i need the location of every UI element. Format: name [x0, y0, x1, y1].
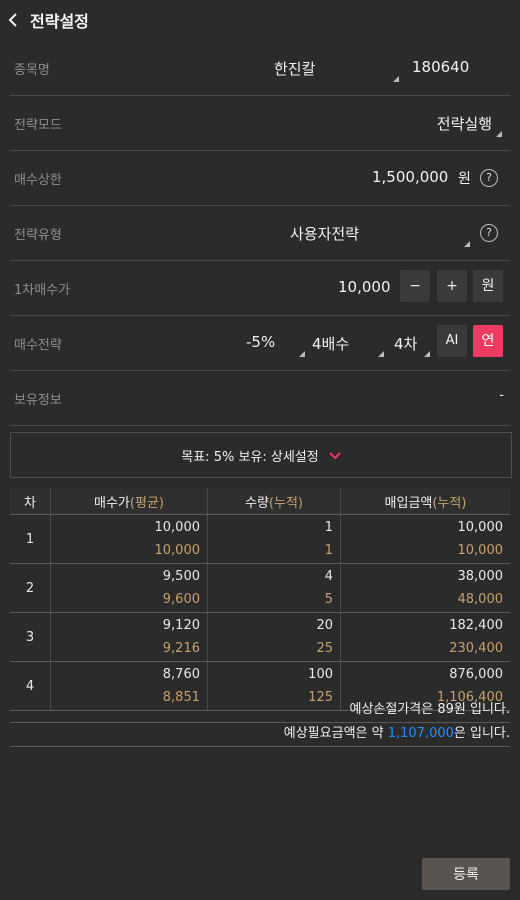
amount-value: 38,000 — [457, 569, 504, 584]
steps-dropdown-icon[interactable] — [424, 351, 430, 357]
help-icon[interactable]: ? — [480, 224, 498, 242]
col-price: 매수가(평균) — [50, 488, 208, 515]
cum-qty-value: 5 — [324, 592, 333, 607]
avg-value: 10,000 — [154, 543, 201, 558]
plus-button[interactable]: + — [437, 270, 467, 302]
qty-cell: 1 1 — [207, 514, 341, 564]
required-prefix: 예상필요금액은 약 — [283, 726, 388, 741]
col-step: 차 — [10, 488, 51, 515]
limit-value[interactable]: 1,500,000 — [372, 168, 448, 186]
qty-cell: 4 5 — [207, 563, 341, 613]
required-amount: 1,107,000 — [387, 726, 454, 741]
qty-value: 4 — [324, 569, 333, 584]
minus-button[interactable]: − — [400, 270, 430, 302]
col-amount-main: 매입금액 — [384, 495, 433, 511]
unit-button[interactable]: 원 — [473, 270, 503, 302]
yeon-button[interactable]: 연 — [473, 325, 503, 357]
col-qty-main: 수량 — [245, 495, 269, 511]
stock-label: 종목명 — [14, 62, 50, 78]
multiplier-dropdown-icon[interactable] — [378, 351, 384, 357]
holding-row: 보유정보 - — [10, 371, 510, 426]
holding-value: - — [499, 388, 504, 403]
first-price-label: 1차매수가 — [14, 282, 71, 298]
step-cell: 3 — [10, 612, 51, 662]
amount-cell: 10,000 10,000 — [340, 514, 510, 564]
buy-strategy-label: 매수전략 — [14, 337, 62, 353]
amount-cell: 182,400 230,400 — [340, 612, 510, 662]
summary-text: 목표: 5% 보유: 상세설정 — [181, 449, 319, 465]
amount-cell: 38,000 48,000 — [340, 563, 510, 613]
step-cell: 1 — [10, 514, 51, 564]
price-cell: 9,500 9,600 — [50, 563, 208, 613]
avg-value: 9,600 — [162, 592, 200, 607]
qty-value: 20 — [316, 618, 333, 633]
chevron-down-icon[interactable] — [329, 449, 341, 461]
stock-name-value[interactable]: 한진칼 — [274, 58, 315, 79]
first-price-value[interactable]: 10,000 — [338, 278, 391, 296]
stock-dropdown-icon[interactable] — [393, 76, 399, 82]
col-qty-sub: (누적) — [268, 495, 303, 511]
ai-button[interactable]: AI — [437, 325, 467, 357]
limit-row: 매수상한 1,500,000 원 ? — [10, 151, 510, 206]
cum-amount-value: 230,400 — [449, 641, 503, 656]
type-value[interactable]: 사용자전략 — [290, 223, 359, 244]
cum-amount-value: 48,000 — [457, 592, 504, 607]
price-value: 8,760 — [162, 667, 200, 682]
avg-value: 9,216 — [162, 641, 200, 656]
col-price-main: 매수가 — [94, 495, 130, 511]
register-button[interactable]: 등록 — [422, 858, 510, 890]
mode-row: 전략모드 전략실행 — [10, 96, 510, 151]
cum-qty-value: 25 — [316, 641, 333, 656]
table-row: 3 9,120 9,216 20 25 182,400 230,400 — [10, 612, 510, 662]
type-label: 전략유형 — [14, 227, 62, 243]
mode-dropdown-icon[interactable] — [496, 131, 502, 137]
qty-value: 100 — [308, 667, 333, 682]
price-cell: 10,000 10,000 — [50, 514, 208, 564]
table-row: 1 10,000 10,000 1 1 10,000 10,000 — [10, 514, 510, 564]
back-icon[interactable] — [8, 13, 22, 27]
price-value: 9,500 — [162, 569, 200, 584]
table-header-row: 차 매수가(평균) 수량(누적) 매입금액(누적) — [10, 488, 510, 515]
pct-value[interactable]: -5% — [246, 333, 275, 351]
cum-qty-value: 1 — [324, 543, 333, 558]
required-note: 예상필요금액은 약 1,107,000은 입니다. — [10, 722, 510, 747]
pct-dropdown-icon[interactable] — [299, 351, 305, 357]
price-value: 10,000 — [154, 520, 201, 535]
help-icon[interactable]: ? — [480, 169, 498, 187]
required-suffix: 은 입니다. — [453, 726, 510, 741]
stock-row: 종목명 한진칼 180640 — [10, 41, 510, 96]
table-row: 2 9,500 9,600 4 5 38,000 48,000 — [10, 563, 510, 613]
stoploss-note: 예상손절가격은 89원 입니다. — [10, 698, 510, 723]
cum-amount-value: 10,000 — [457, 543, 504, 558]
qty-cell: 20 25 — [207, 612, 341, 662]
col-amount-sub: (누적) — [432, 495, 467, 511]
summary-panel[interactable]: 목표: 5% 보유: 상세설정 — [10, 432, 512, 478]
header: 전략설정 — [0, 0, 520, 40]
type-row: 전략유형 사용자전략 ? — [10, 206, 510, 261]
amount-value: 182,400 — [449, 618, 503, 633]
buy-strategy-row: 매수전략 -5% 4배수 4차 AI 연 — [10, 316, 510, 371]
first-price-row: 1차매수가 10,000 − + 원 — [10, 261, 510, 316]
mode-label: 전략모드 — [14, 117, 62, 133]
multiplier-value[interactable]: 4배수 — [312, 333, 349, 354]
stock-code-value[interactable]: 180640 — [412, 58, 469, 76]
col-amount: 매입금액(누적) — [340, 488, 510, 515]
stoploss-text: 예상손절가격은 89원 입니다. — [349, 702, 511, 717]
steps-value[interactable]: 4차 — [394, 333, 417, 354]
limit-unit: 원 — [458, 171, 471, 187]
strategy-table: 차 매수가(평균) 수량(누적) 매입금액(누적) 1 10,000 10,00… — [10, 488, 510, 711]
col-qty: 수량(누적) — [207, 488, 341, 515]
step-cell: 2 — [10, 563, 51, 613]
limit-label: 매수상한 — [14, 172, 62, 188]
amount-value: 10,000 — [457, 520, 504, 535]
col-price-sub: (평균) — [129, 495, 164, 511]
page-title: 전략설정 — [30, 12, 89, 31]
price-cell: 9,120 9,216 — [50, 612, 208, 662]
type-dropdown-icon[interactable] — [464, 241, 470, 247]
qty-value: 1 — [324, 520, 333, 535]
mode-value[interactable]: 전략실행 — [437, 113, 492, 134]
price-value: 9,120 — [162, 618, 200, 633]
amount-value: 876,000 — [449, 667, 503, 682]
holding-label: 보유정보 — [14, 392, 62, 408]
